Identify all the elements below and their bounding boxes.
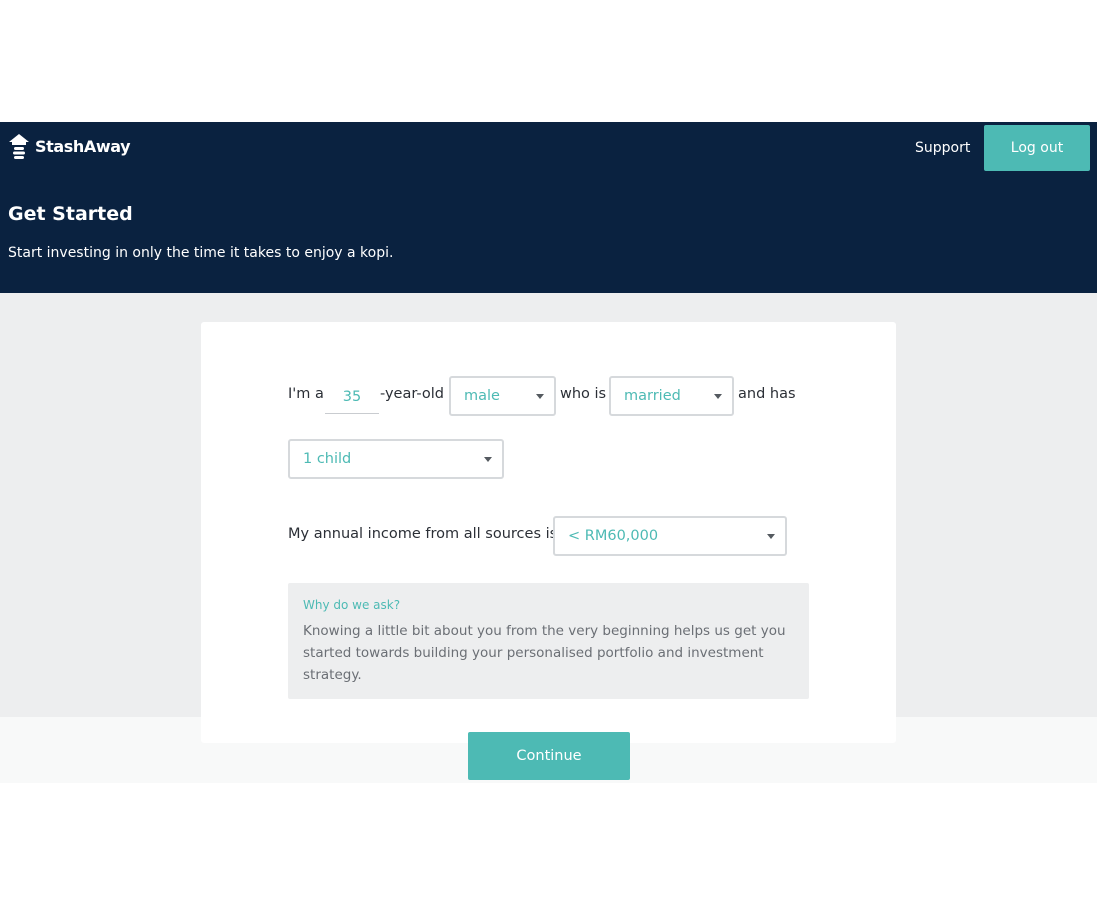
gender-select[interactable]: male (449, 376, 556, 416)
continue-button[interactable]: Continue (468, 732, 630, 780)
age-suffix-label: -year-old (380, 386, 445, 402)
why-we-ask-title: Why do we ask? (303, 598, 401, 612)
page-title: Get Started (8, 203, 133, 225)
caret-down-icon (714, 394, 722, 399)
brand-name: StashAway (35, 136, 131, 156)
income-label: My annual income from all sources is (288, 526, 558, 542)
income-select[interactable]: < RM60,000 (553, 516, 787, 556)
marital-status-select[interactable]: married (609, 376, 734, 416)
marital-prefix-label: who is (560, 386, 607, 402)
caret-down-icon (536, 394, 544, 399)
logout-button[interactable]: Log out (984, 125, 1090, 171)
children-select-value: 1 child (303, 451, 352, 467)
page-subtitle: Start investing in only the time it take… (8, 245, 394, 261)
why-we-ask-body: Knowing a little bit about you from the … (303, 623, 786, 683)
house-stack-icon (9, 134, 29, 159)
children-prefix-label: and has (738, 386, 796, 402)
caret-down-icon (767, 534, 775, 539)
caret-down-icon (484, 457, 492, 462)
marital-status-select-value: married (624, 388, 681, 404)
income-select-value: < RM60,000 (568, 528, 659, 544)
age-input[interactable] (325, 380, 379, 414)
age-prefix-label: I'm a (288, 386, 324, 402)
support-link[interactable]: Support (915, 140, 970, 156)
brand-logo[interactable]: StashAway (8, 132, 131, 160)
children-select[interactable]: 1 child (288, 439, 504, 479)
gender-select-value: male (464, 388, 500, 404)
